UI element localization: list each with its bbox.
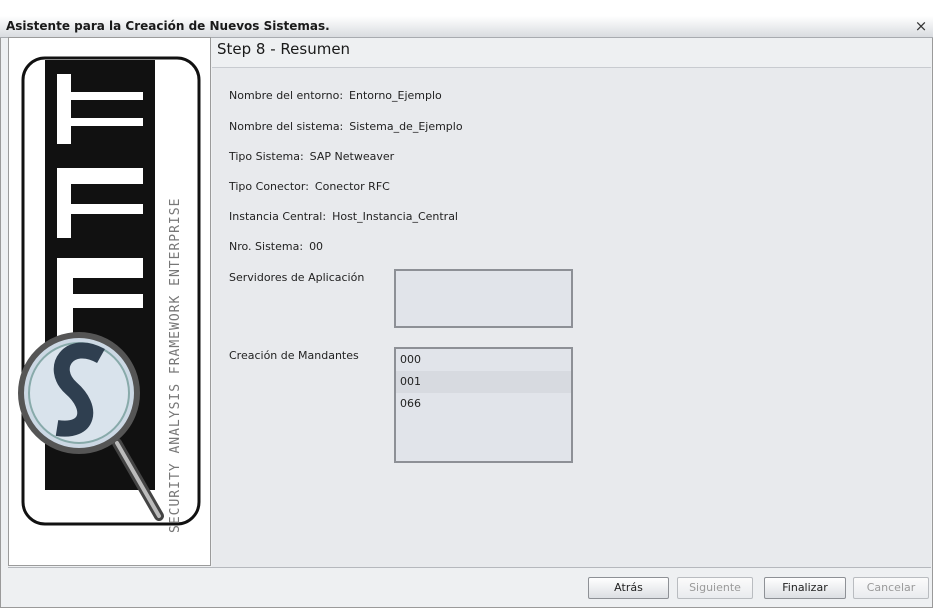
list-item[interactable]: 000 — [396, 349, 571, 371]
summary-value: Host_Instancia_Central — [332, 210, 458, 223]
safe-logo: SECURITY ANALYSIS FRAMEWORK ENTERPRISE — [18, 56, 201, 533]
summary-value: Conector RFC — [314, 180, 390, 193]
summary-label: Nro. Sistema: — [229, 240, 304, 253]
summary-value: 00 — [309, 240, 324, 253]
back-button[interactable]: Atrás — [588, 577, 669, 599]
summary-row-tipo-conector: Tipo Conector: Conector RFC — [229, 180, 390, 193]
logo-panel: SECURITY ANALYSIS FRAMEWORK ENTERPRISE — [8, 37, 211, 566]
summary-label: Tipo Sistema: — [229, 150, 304, 163]
summary-value: Sistema_de_Ejemplo — [349, 120, 463, 133]
footer-divider — [8, 567, 931, 568]
cancel-button[interactable]: Cancelar — [853, 577, 929, 599]
close-icon[interactable]: × — [913, 17, 929, 35]
summary-label: Nombre del sistema: — [229, 120, 344, 133]
mandantes-label: Creación de Mandantes — [229, 349, 359, 362]
summary-value: Entorno_Ejemplo — [349, 89, 442, 102]
list-item[interactable]: 001 — [396, 371, 571, 393]
summary-value: SAP Netweaver — [309, 150, 395, 163]
summary-row-sistema: Nombre del sistema: Sistema_de_Ejemplo — [229, 120, 463, 133]
summary-row-tipo-sistema: Tipo Sistema: SAP Netweaver — [229, 150, 394, 163]
summary-row-instancia: Instancia Central: Host_Instancia_Central — [229, 210, 458, 223]
next-button[interactable]: Siguiente — [677, 577, 753, 599]
summary-label: Nombre del entorno: — [229, 89, 344, 102]
title-bar[interactable]: Asistente para la Creación de Nuevos Sis… — [0, 16, 933, 38]
summary-row-nro-sistema: Nro. Sistema: 00 — [229, 240, 323, 253]
logo-letters — [57, 74, 143, 338]
mandantes-list[interactable]: 000 001 066 — [394, 347, 573, 463]
summary-row-entorno: Nombre del entorno: Entorno_Ejemplo — [229, 89, 442, 102]
finish-button[interactable]: Finalizar — [764, 577, 846, 599]
list-item[interactable]: 066 — [396, 393, 571, 415]
summary-label: Instancia Central: — [229, 210, 327, 223]
servidores-list[interactable] — [394, 269, 573, 328]
window-title: Asistente para la Creación de Nuevos Sis… — [6, 19, 330, 33]
servidores-label: Servidores de Aplicación — [229, 271, 365, 284]
logo-tagline: SECURITY ANALYSIS FRAMEWORK ENTERPRISE — [168, 198, 183, 533]
step-title: Step 8 - Resumen — [217, 40, 351, 58]
summary-label: Tipo Conector: — [229, 180, 309, 193]
